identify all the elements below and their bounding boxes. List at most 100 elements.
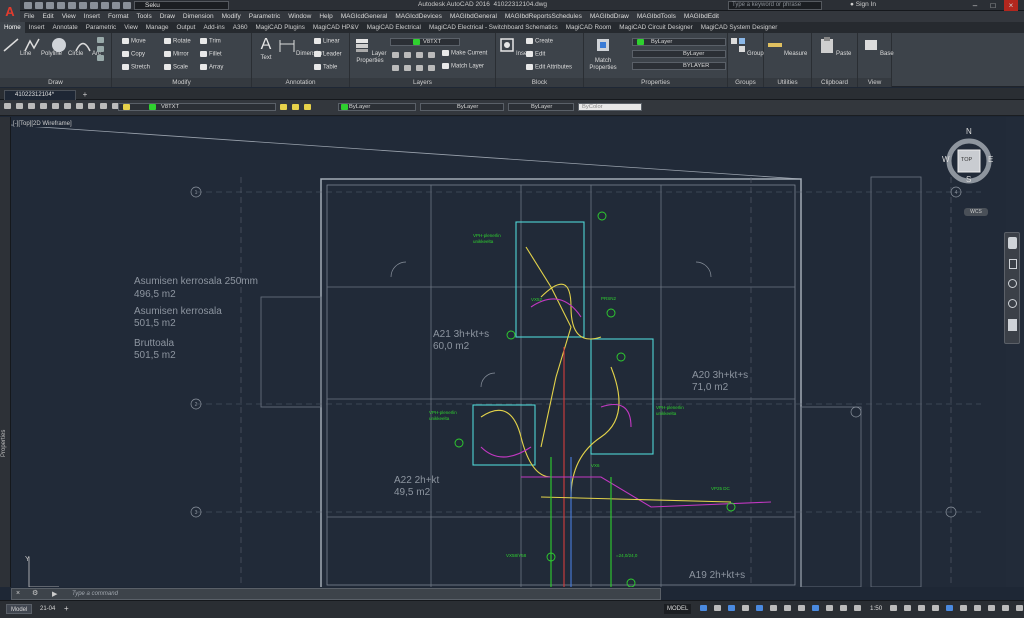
stretch-button[interactable]: Stretch: [122, 64, 150, 71]
drafting-toggles[interactable]: [700, 605, 863, 611]
ribbon-tab-magicad-electrical-switchboard-schematics[interactable]: MagiCAD Electrical - Switchboard Schemat…: [425, 22, 562, 33]
add-layout-button[interactable]: +: [60, 604, 73, 614]
table-button[interactable]: Table: [314, 64, 337, 71]
viewport-controls[interactable]: [-][Top][2D Wireframe]: [13, 121, 72, 127]
menu-magibdedit[interactable]: MAGIbdEdit: [680, 13, 723, 20]
fillet-button[interactable]: Fillet: [200, 51, 222, 58]
edit-attributes-button[interactable]: Edit Attributes: [526, 64, 572, 71]
workspace-dropdown[interactable]: Seku: [134, 1, 229, 10]
menu-insert[interactable]: Insert: [80, 13, 104, 20]
ribbon-tab-view[interactable]: View: [120, 22, 142, 33]
orbit-icon[interactable]: [1008, 299, 1017, 308]
application-menu-button[interactable]: A: [0, 0, 20, 22]
menu-draw[interactable]: Draw: [156, 13, 179, 20]
annotation-panel-title[interactable]: Annotation: [252, 78, 349, 87]
text-button[interactable]: A Text: [255, 36, 277, 61]
leader-button[interactable]: Leader: [314, 51, 342, 58]
ribbon-tab-magicad-room[interactable]: MagiCAD Room: [562, 22, 616, 33]
toolbar-layer-dropdown[interactable]: V8TXT: [118, 103, 276, 111]
compass-south[interactable]: S: [966, 175, 971, 184]
measure-button[interactable]: Measure: [766, 36, 807, 57]
maximize-button[interactable]: □: [986, 0, 1000, 11]
insert-block-button[interactable]: Insert: [498, 36, 531, 57]
copy-button[interactable]: Copy: [122, 51, 145, 58]
drawing-canvas[interactable]: VPH-plenerlin unikkeelta VPH-plenerlin uni…: [11, 117, 1006, 587]
ribbon-tab-magicad-hp-v[interactable]: MagiCAD HP&V: [309, 22, 363, 33]
model-space-toggle[interactable]: MODEL: [664, 604, 692, 614]
command-line[interactable]: × ⚙ ▶ Type a command: [11, 588, 661, 600]
layout-tab-21-04[interactable]: 21-04: [36, 604, 59, 614]
ribbon-tab-add-ins[interactable]: Add-ins: [199, 22, 228, 33]
arc-button[interactable]: Arc: [74, 36, 101, 57]
menu-magibdtools[interactable]: MAGIbdTools: [633, 13, 680, 20]
menu-format[interactable]: Format: [104, 13, 133, 20]
status-icons[interactable]: [890, 605, 1024, 611]
draw-more-tools[interactable]: [97, 37, 109, 71]
menu-view[interactable]: View: [58, 13, 80, 20]
menu-dimension[interactable]: Dimension: [179, 13, 218, 20]
match-layer-button[interactable]: Match Layer: [442, 63, 484, 70]
model-tab[interactable]: Model: [6, 604, 33, 614]
ribbon-tab-magicad-circuit-designer[interactable]: MagiCAD Circuit Designer: [615, 22, 696, 33]
compass-east[interactable]: E: [988, 155, 993, 164]
layer-dropdown[interactable]: V8TXT: [390, 38, 460, 46]
linetype-dropdown[interactable]: ByLayer: [632, 50, 726, 58]
ribbon-tab-annotate[interactable]: Annotate: [49, 22, 82, 33]
clipboard-panel-title[interactable]: Clipboard: [812, 78, 857, 87]
paste-button[interactable]: Paste: [818, 36, 851, 57]
navigation-bar[interactable]: [1004, 232, 1020, 344]
toolbar-plotstyle-dropdown[interactable]: ByColor: [578, 103, 642, 111]
scale-button[interactable]: Scale: [164, 64, 188, 71]
color-dropdown[interactable]: ByLayer: [632, 38, 726, 46]
circle-button[interactable]: Circle: [50, 36, 83, 57]
ribbon-tab-output[interactable]: Output: [173, 22, 200, 33]
menu-window[interactable]: Window: [284, 13, 315, 20]
polyline-button[interactable]: Polyline: [23, 36, 62, 57]
ribbon-tab-parametric[interactable]: Parametric: [82, 22, 120, 33]
viewcube-top-face[interactable]: TOP: [961, 157, 972, 163]
linear-button[interactable]: Linear: [314, 38, 340, 45]
pan-icon[interactable]: [1009, 259, 1017, 269]
line-button[interactable]: Line: [2, 36, 31, 57]
modify-panel-title[interactable]: Modify: [112, 78, 251, 87]
annotation-scale[interactable]: 1:50: [870, 605, 882, 612]
wcs-menu[interactable]: WCS: [964, 208, 988, 216]
trim-button[interactable]: Trim: [200, 38, 221, 45]
layer-tools[interactable]: [392, 52, 438, 74]
menu-magicddevices[interactable]: MAGIcdDevices: [391, 13, 446, 20]
dimension-button[interactable]: Dimension: [278, 36, 324, 57]
menu-modify[interactable]: Modify: [218, 13, 245, 20]
layer-tool-icons[interactable]: [280, 104, 313, 110]
customize-icon[interactable]: ⚙: [32, 590, 40, 597]
search-input[interactable]: Type a keyword or phrase: [728, 1, 822, 10]
steering-wheel-icon[interactable]: [1008, 237, 1017, 249]
block-panel-title[interactable]: Block: [496, 78, 583, 87]
sign-in-button[interactable]: ● Sign In: [850, 1, 876, 8]
groups-panel-title[interactable]: Groups: [728, 78, 763, 87]
ribbon-tab-insert[interactable]: Insert: [25, 22, 49, 33]
make-current-button[interactable]: Make Current: [442, 50, 487, 57]
menu-magibddraw[interactable]: MAGIbdDraw: [586, 13, 633, 20]
showmotion-icon[interactable]: [1008, 319, 1017, 331]
layer-properties-button[interactable]: Layer Properties: [353, 36, 387, 65]
toolbar-lineweight-dropdown[interactable]: ByLayer: [508, 103, 574, 111]
array-button[interactable]: Array: [200, 64, 223, 71]
viewcube[interactable]: TOP N S W E: [942, 127, 996, 185]
ribbon-tab-magicad-system-designer[interactable]: MagiCAD System Designer: [697, 22, 782, 33]
properties-panel-title[interactable]: Properties: [584, 78, 727, 87]
lineweight-dropdown[interactable]: BYLAYER: [632, 62, 726, 70]
layers-panel-title[interactable]: Layers: [350, 78, 495, 87]
ribbon-tab-magicad-electrical[interactable]: MagiCAD Electrical: [363, 22, 425, 33]
toolbar-color-dropdown[interactable]: ByLayer: [338, 103, 416, 111]
menu-file[interactable]: File: [20, 13, 38, 20]
draw-panel-title[interactable]: Draw: [0, 78, 111, 87]
menu-help[interactable]: Help: [315, 13, 336, 20]
menu-magibdgeneral[interactable]: MAGIbdGeneral: [446, 13, 501, 20]
ribbon-tab-magicad-plugins[interactable]: MagiCAD Plugins: [252, 22, 309, 33]
close-command-line-icon[interactable]: ×: [16, 590, 24, 597]
close-button[interactable]: ×: [1004, 0, 1018, 11]
base-button[interactable]: Base: [862, 36, 894, 57]
utilities-panel-title[interactable]: Utilities: [764, 78, 811, 87]
menu-magicdgeneral[interactable]: MAGIcdGeneral: [337, 13, 392, 20]
move-button[interactable]: Move: [122, 38, 146, 45]
